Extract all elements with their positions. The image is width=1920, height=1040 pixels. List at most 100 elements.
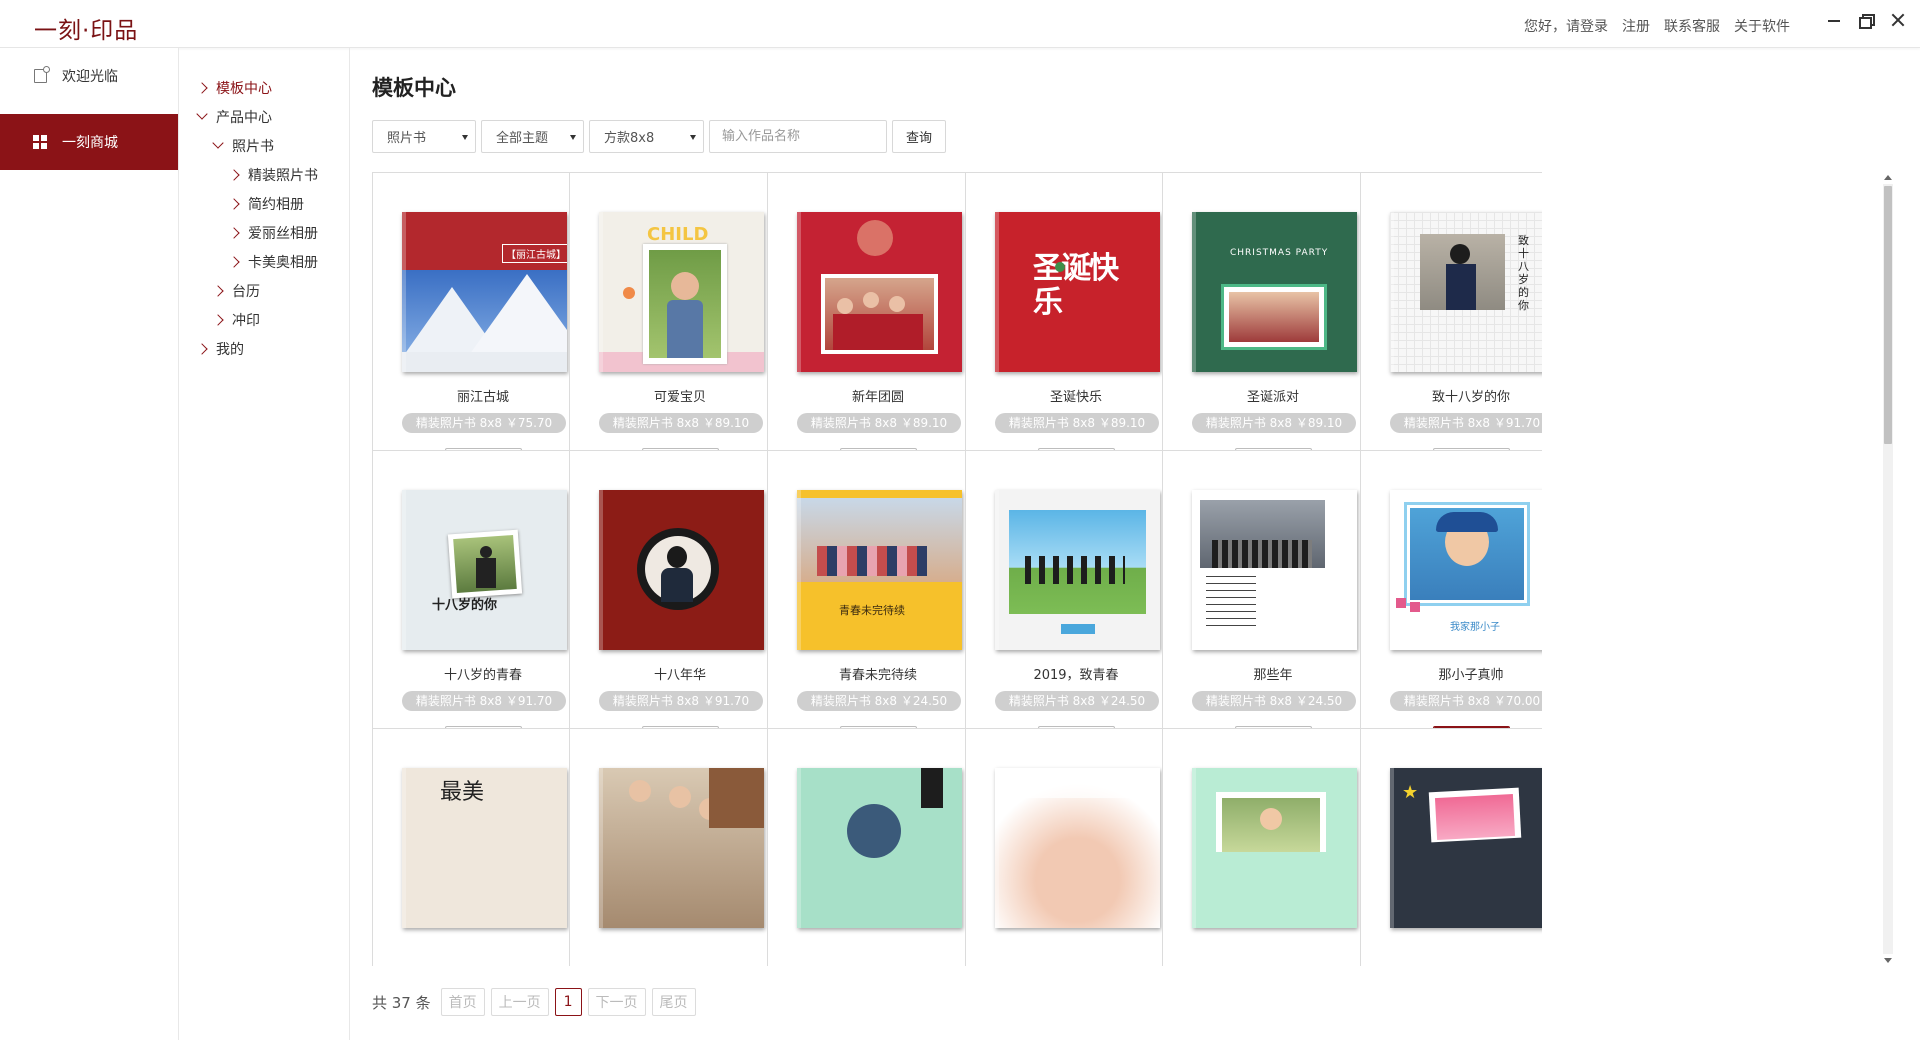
template-card[interactable] [767,728,989,966]
template-card[interactable]: 十八岁的你十八岁的青春精装照片书 8x8 ￥91.70翻翻看 [372,450,594,770]
cover-text: 十八岁的你 [432,598,498,613]
about-software-link[interactable]: 关于软件 [1734,16,1790,36]
template-card[interactable]: 致十八岁的你致十八岁的你精装照片书 8x8 ￥91.70翻翻看 [1360,172,1542,492]
template-card[interactable]: 十八年华精装照片书 8x8 ￥91.70翻翻看 [569,450,791,770]
tree-item-label: 产品中心 [216,109,272,126]
template-grid: 【丽江古城】丽江古城精装照片书 8x8 ￥75.70翻翻看 CHILD 可爱宝贝精装… [372,172,1542,966]
document-icon [32,66,50,84]
template-cover-image[interactable] [1192,768,1357,928]
page-title: 模板中心 [372,76,456,100]
leftnav-item-welcome[interactable]: 欢迎光临 [0,48,178,104]
scroll-thumb[interactable] [1884,186,1892,444]
category-tree: 模板中心产品中心照片书精装照片书简约相册爱丽丝相册卡美奥相册台历冲印我的 [180,48,350,1040]
price-badge: 精装照片书 8x8 ￥24.50 [1192,691,1356,711]
template-card[interactable]: 2019，致青春精装照片书 8x8 ￥24.50翻翻看 [965,450,1187,770]
leftnav-label: 欢迎光临 [62,69,118,85]
template-cover-image[interactable]: CHILD [599,212,764,372]
template-cover-image[interactable] [995,490,1160,650]
template-card[interactable] [965,728,1187,966]
tree-item-label: 爱丽丝相册 [248,225,318,242]
template-card[interactable]: ★ [1360,728,1542,966]
template-cover-image[interactable] [1192,490,1357,650]
tree-item[interactable]: 卡美奥相册 [180,247,349,276]
close-icon[interactable] [1890,12,1906,28]
template-card[interactable]: CHILD可爱宝贝精装照片书 8x8 ￥89.10翻翻看 [569,172,791,492]
tree-item[interactable]: 简约相册 [180,189,349,218]
contact-service-link[interactable]: 联系客服 [1664,16,1720,36]
scroll-down-arrow-icon[interactable] [1884,958,1892,963]
prev-page-button[interactable]: 上一页 [490,988,549,1016]
price-badge: 精装照片书 8x8 ￥91.70 [402,691,566,711]
template-card[interactable]: 圣诞快乐圣诞快乐精装照片书 8x8 ￥89.10翻翻看 [965,172,1187,492]
template-card[interactable]: 我家那小子那小子真帅精装照片书 8x8 ￥70.00翻翻看 [1360,450,1542,770]
search-input[interactable] [709,120,887,153]
template-cover-image[interactable] [797,212,962,372]
template-cover-image[interactable]: 青春未完待续 [797,490,962,650]
current-page-button[interactable]: 1 [554,988,582,1016]
query-button[interactable]: 查询 [892,120,946,153]
cover-text: 我家那小子 [1450,622,1500,633]
tree-item[interactable]: 模板中心 [180,73,349,102]
first-page-button[interactable]: 首页 [440,988,485,1016]
template-name: 可爱宝贝 [653,390,706,405]
tree-item[interactable]: 产品中心 [180,102,349,131]
register-link[interactable]: 注册 [1622,16,1650,36]
restore-icon[interactable] [1858,12,1875,29]
template-cover-image[interactable]: 我家那小子 [1390,490,1542,650]
template-cover-image[interactable]: 最美 [402,768,567,928]
template-name: 圣诞派对 [1246,390,1299,405]
template-cover-image[interactable]: 圣诞快乐 [995,212,1160,372]
template-cover-image[interactable]: 致十八岁的你 [1390,212,1542,372]
template-card[interactable]: 那些年精装照片书 8x8 ￥24.50翻翻看 [1162,450,1384,770]
template-cover-image[interactable] [599,768,764,928]
template-card[interactable] [569,728,791,966]
tree-item[interactable]: 照片书 [180,131,349,160]
tree-item[interactable]: 台历 [180,276,349,305]
template-card[interactable]: 【丽江古城】丽江古城精装照片书 8x8 ￥75.70翻翻看 [372,172,594,492]
tree-item[interactable]: 爱丽丝相册 [180,218,349,247]
template-cover-image[interactable]: 十八岁的你 [402,490,567,650]
template-cover-image[interactable] [995,768,1160,928]
tree-item-label: 卡美奥相册 [248,254,318,271]
cover-text: CHRISTMAS PARTY [1230,248,1329,258]
template-card[interactable] [1162,728,1384,966]
chevron-right-icon [212,313,224,326]
product-select[interactable]: 照片书 [372,120,476,153]
chevron-right-icon [196,342,208,355]
chevron-right-icon [212,284,224,297]
theme-select[interactable]: 全部主题 [481,120,584,153]
tree-item-label: 精装照片书 [248,167,318,184]
tree-item[interactable]: 精装照片书 [180,160,349,189]
tree-item[interactable]: 我的 [180,334,349,363]
leftnav-label: 一刻商城 [62,135,118,151]
template-card[interactable]: 新年团圆精装照片书 8x8 ￥89.10翻翻看 [767,172,989,492]
chevron-down-icon [212,137,224,149]
template-card[interactable]: 青春未完待续青春未完待续精装照片书 8x8 ￥24.50翻翻看 [767,450,989,770]
template-cover-image[interactable]: CHRISTMAS PARTY [1192,212,1357,372]
cover-text: 【丽江古城】 [502,244,567,263]
tree-item[interactable]: 冲印 [180,305,349,334]
price-badge: 精装照片书 8x8 ￥91.70 [1390,413,1542,433]
size-select[interactable]: 方款8x8 [589,120,704,153]
next-page-button[interactable]: 下一页 [587,988,646,1016]
price-badge: 精装照片书 8x8 ￥89.10 [1192,413,1356,433]
app-logo: 一刻·印品 [34,18,139,44]
tree-item-label: 我的 [216,341,244,358]
template-cover-image[interactable]: ★ [1390,768,1542,928]
scrollbar[interactable] [1882,172,1894,966]
main-content: 模板中心 照片书 全部主题 方款8x8 查询 【丽江古城】丽江古城精装照片书 8… [351,48,1920,1040]
template-card[interactable]: CHRISTMAS PARTY圣诞派对精装照片书 8x8 ￥89.10翻翻看 [1162,172,1384,492]
leftnav-item-shop[interactable]: 一刻商城 [0,114,178,170]
minimize-icon[interactable] [1826,12,1842,28]
template-card[interactable]: 最美 [372,728,594,966]
left-nav: 欢迎光临 一刻商城 [0,48,179,1040]
tree-item-label: 台历 [232,283,260,300]
cover-text: CHILD [647,224,709,245]
template-cover-image[interactable] [599,490,764,650]
template-cover-image[interactable] [797,768,962,928]
login-link[interactable]: 您好，请登录 [1524,16,1608,36]
template-name: 那小子真帅 [1438,668,1504,683]
template-cover-image[interactable]: 【丽江古城】 [402,212,567,372]
scroll-up-arrow-icon[interactable] [1884,175,1892,180]
last-page-button[interactable]: 尾页 [651,988,696,1016]
